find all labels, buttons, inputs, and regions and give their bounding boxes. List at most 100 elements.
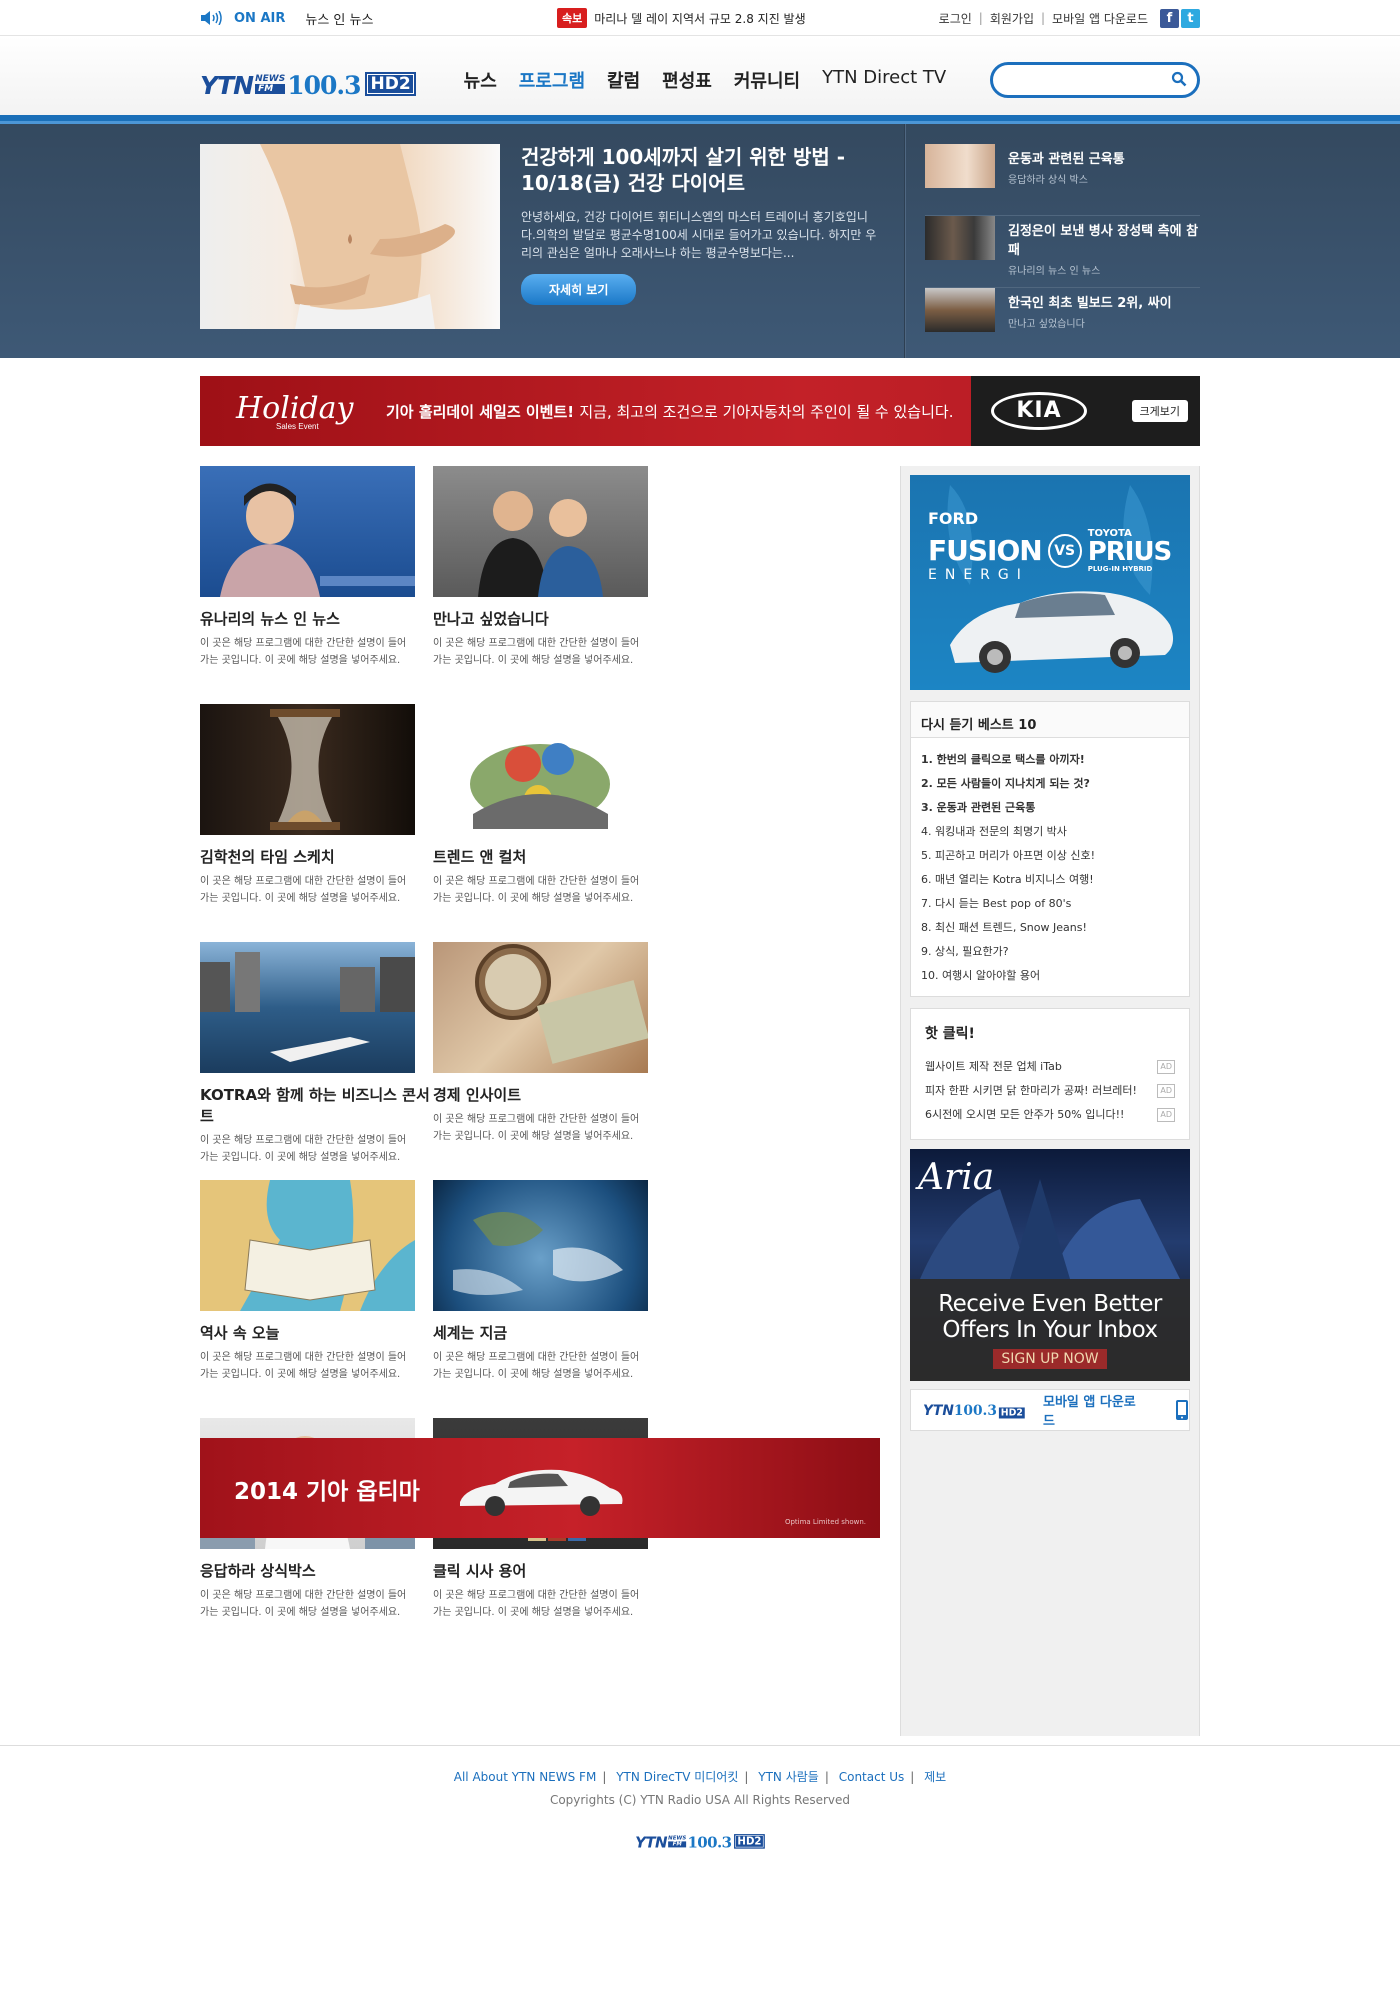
- program-title[interactable]: 김학천의 타임 스케치: [200, 846, 433, 867]
- program-description: 이 곳은 해당 프로그램에 대한 간단한 설명이 들어가는 곳입니다. 이 곳에…: [433, 638, 640, 666]
- side-news-item[interactable]: 운동과 관련된 근육통 응답하라 상식 박스: [925, 144, 1200, 216]
- best10-item[interactable]: 3. 운동과 관련된 근육통: [921, 796, 1179, 820]
- footer-logo-freq: 100.3: [687, 1833, 733, 1851]
- aria-ad[interactable]: Aria Receive Even Better Offers In Your …: [910, 1149, 1190, 1381]
- footer-link[interactable]: All About YTN NEWS FM: [454, 1770, 597, 1784]
- program-title[interactable]: 만나고 싶었습니다: [433, 608, 666, 629]
- hot-click-item[interactable]: 피자 한판 시키면 닭 한마리가 공짜! 러브레터! AD: [925, 1079, 1175, 1103]
- enlarge-button[interactable]: 크게보기: [1131, 400, 1188, 422]
- side-thumb: [925, 144, 995, 188]
- hero-main: 건강하게 100세까지 살기 위한 방법 - 10/18(금) 건강 다이어트 …: [200, 124, 904, 358]
- program-card[interactable]: 세계는 지금 이 곳은 해당 프로그램에 대한 간단한 설명이 들어가는 곳입니…: [433, 1180, 666, 1418]
- program-card[interactable]: 역사 속 오늘 이 곳은 해당 프로그램에 대한 간단한 설명이 들어가는 곳입…: [200, 1180, 433, 1418]
- best10-item[interactable]: 8. 최신 패션 트렌드, Snow Jeans!: [921, 916, 1179, 940]
- optima-banner[interactable]: 2014 기아 옵티마 Optima Limited shown.: [200, 1438, 880, 1538]
- best10-item[interactable]: 2. 모든 사람들이 지나치게 되는 것?: [921, 772, 1179, 796]
- hot-click-item[interactable]: 웹사이트 제작 전문 업체 iTab AD: [925, 1055, 1175, 1079]
- divider: |: [978, 11, 983, 25]
- aria-logo: Aria: [918, 1157, 995, 1198]
- best10-item[interactable]: 4. 워킹내과 전문의 최명기 박사: [921, 820, 1179, 844]
- footer-link[interactable]: YTN 사람들: [758, 1770, 819, 1784]
- program-title[interactable]: 응답하라 상식박스: [200, 1560, 433, 1581]
- sign-up-button[interactable]: SIGN UP NOW: [993, 1349, 1107, 1369]
- main-nav: 뉴스 프로그램 칼럼 편성표 커뮤니티 YTN Direct TV: [464, 67, 947, 93]
- program-title[interactable]: 유나리의 뉴스 인 뉴스: [200, 608, 433, 629]
- program-card[interactable]: 만나고 싶었습니다 이 곳은 해당 프로그램에 대한 간단한 설명이 들어가는 …: [433, 466, 666, 704]
- side-news-item[interactable]: 김정은이 보낸 병사 장성택 측에 참패 유나리의 뉴스 인 뉴스: [925, 216, 1200, 288]
- breaking-text[interactable]: 마리나 델 레이 지역서 규모 2.8 지진 발생: [594, 10, 805, 27]
- program-title[interactable]: 역사 속 오늘: [200, 1322, 433, 1343]
- kia-holiday-banner[interactable]: Holiday Sales Event 기아 홀리데이 세일즈 이벤트! 지금, …: [200, 376, 1200, 446]
- site-logo[interactable]: YTN NEWS FM 100.3 HD2: [200, 60, 416, 100]
- best10-box: 다시 듣기 베스트 10 1. 한번의 클릭으로 택스를 아끼자! 2. 모든 …: [910, 701, 1190, 997]
- best10-item[interactable]: 5. 피곤하고 머리가 아프면 이상 신호!: [921, 844, 1179, 868]
- program-title[interactable]: KOTRA와 함께 하는 비즈니스 콘서트: [200, 1084, 433, 1126]
- twitter-icon[interactable]: t: [1181, 8, 1200, 28]
- footer-link[interactable]: YTN DirecTV 미디어킷: [616, 1770, 738, 1784]
- nav-direct-tv[interactable]: YTN Direct TV: [822, 67, 946, 93]
- kia-logo-area: KIA 크게보기: [971, 376, 1200, 446]
- more-button[interactable]: 자세히 보기: [521, 274, 637, 305]
- program-title[interactable]: 클릭 시사 용어: [433, 1560, 666, 1581]
- watch-money-photo: [475, 944, 648, 1064]
- mobile-app-download[interactable]: YTN 100.3 HD2 모바일 앱 다운로드: [910, 1389, 1190, 1431]
- footer-link[interactable]: Contact Us: [839, 1770, 905, 1784]
- search-icon[interactable]: [1171, 71, 1187, 87]
- on-air-label: ON AIR: [234, 10, 286, 26]
- program-description: 이 곳은 해당 프로그램에 대한 간단한 설명이 들어가는 곳입니다. 이 곳에…: [433, 1352, 640, 1380]
- holiday-text: Holiday: [236, 391, 354, 426]
- logo-hd2: HD2: [365, 72, 416, 96]
- program-description: 이 곳은 해당 프로그램에 대한 간단한 설명이 들어가는 곳입니다. 이 곳에…: [433, 1590, 640, 1618]
- program-image: [433, 704, 648, 835]
- footer-logo-hd: HD2: [734, 1834, 765, 1849]
- search-input[interactable]: [1005, 65, 1165, 95]
- nav-news[interactable]: 뉴스: [464, 67, 497, 93]
- on-air[interactable]: ON AIR 뉴스 인 뉴스: [200, 9, 373, 28]
- hero-title[interactable]: 건강하게 100세까지 살기 위한 방법 - 10/18(금) 건강 다이어트: [521, 144, 881, 196]
- logo-ytn: YTN: [200, 71, 254, 100]
- program-card[interactable]: 유나리의 뉴스 인 뉴스 이 곳은 해당 프로그램에 대한 간단한 설명이 들어…: [200, 466, 433, 704]
- program-description: 이 곳은 해당 프로그램에 대한 간단한 설명이 들어가는 곳입니다. 이 곳에…: [433, 1114, 640, 1142]
- breaking-news[interactable]: 속보 마리나 델 레이 지역서 규모 2.8 지진 발생: [557, 8, 806, 28]
- best10-item[interactable]: 10. 여행시 알아야할 용어: [921, 964, 1179, 988]
- program-description: 이 곳은 해당 프로그램에 대한 간단한 설명이 들어가는 곳입니다. 이 곳에…: [433, 876, 640, 904]
- social-links: f t: [1160, 8, 1200, 28]
- program-card[interactable]: 김학천의 타임 스케치 이 곳은 해당 프로그램에 대한 간단한 설명이 들어가…: [200, 704, 433, 942]
- footer-logo[interactable]: YTN NEWS FM 100.3 HD2: [635, 1827, 765, 1851]
- hero-image[interactable]: [200, 144, 500, 329]
- program-card[interactable]: 경제 인사이트 이 곳은 해당 프로그램에 대한 간단한 설명이 들어가는 곳입…: [433, 942, 666, 1180]
- nav-schedule[interactable]: 편성표: [662, 67, 712, 93]
- footer-link[interactable]: 제보: [924, 1770, 946, 1784]
- best10-item[interactable]: 9. 상식, 필요한가?: [921, 940, 1179, 964]
- facebook-icon[interactable]: f: [1160, 8, 1179, 28]
- logo-frequency: 100.3: [287, 71, 361, 100]
- login-link[interactable]: 로그인: [939, 10, 972, 27]
- footer-logo-newsfm: NEWS FM: [668, 1835, 687, 1848]
- ford-ad[interactable]: FORD FUSION VS TOYOTA PRIUS PLUG-IN HYBR…: [910, 475, 1190, 690]
- best10-item[interactable]: 1. 한번의 클릭으로 택스를 아끼자!: [921, 748, 1179, 772]
- on-air-program[interactable]: 뉴스 인 뉴스: [305, 9, 373, 28]
- program-title[interactable]: 경제 인사이트: [433, 1084, 666, 1105]
- program-title[interactable]: 세계는 지금: [433, 1322, 666, 1343]
- hot-click-item[interactable]: 6시전에 오시면 모든 안주가 50% 입니다!! AD: [925, 1103, 1175, 1127]
- nav-column[interactable]: 칼럼: [607, 67, 640, 93]
- hero-photo: [260, 144, 455, 329]
- banner-message-text: 지금, 최고의 조건으로 기아자동차의 주인이 될 수 있습니다.: [579, 402, 954, 421]
- content-area: 유나리의 뉴스 인 뉴스 이 곳은 해당 프로그램에 대한 간단한 설명이 들어…: [200, 466, 1200, 1736]
- program-card[interactable]: KOTRA와 함께 하는 비즈니스 콘서트 이 곳은 해당 프로그램에 대한 간…: [200, 942, 433, 1180]
- mobile-logo-hd: HD2: [999, 1406, 1025, 1418]
- nav-program[interactable]: 프로그램: [519, 67, 585, 93]
- history-map-photo: [200, 1180, 415, 1311]
- program-title[interactable]: 트렌드 앤 컬처: [433, 846, 666, 867]
- nav-community[interactable]: 커뮤니티: [734, 67, 800, 93]
- side-title: 운동과 관련된 근육통: [1008, 152, 1125, 167]
- program-image: [200, 942, 415, 1073]
- program-card[interactable]: 트렌드 앤 컬처 이 곳은 해당 프로그램에 대한 간단한 설명이 들어가는 곳…: [433, 704, 666, 942]
- side-news-item[interactable]: 한국인 최초 빌보드 2위, 싸이 만나고 싶었습니다: [925, 288, 1200, 360]
- search-box: [990, 62, 1200, 98]
- app-download-link[interactable]: 모바일 앱 다운로드: [1052, 10, 1148, 27]
- best10-item[interactable]: 7. 다시 듣는 Best pop of 80's: [921, 892, 1179, 916]
- best10-item[interactable]: 6. 매년 열리는 Kotra 비지니스 여행!: [921, 868, 1179, 892]
- footer-links: All About YTN NEWS FM | YTN DirecTV 미디어킷 |…: [453, 1770, 947, 1784]
- join-link[interactable]: 회원가입: [990, 10, 1034, 27]
